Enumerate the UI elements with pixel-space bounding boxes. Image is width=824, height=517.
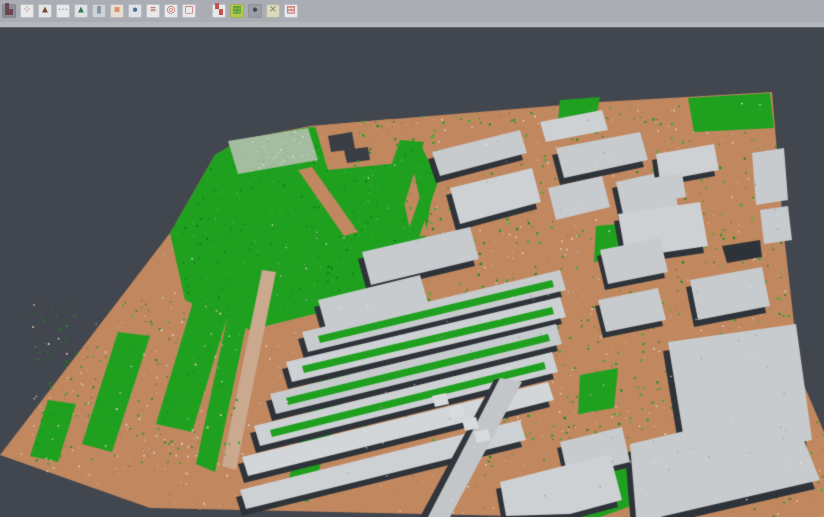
app-window: ▙ ⁘ ▲ ⋯ ▲ ▮ ■ ● ≡ ◎ ▢ ▚ ▦ ● ✕ ▤ (0, 0, 824, 517)
3d-viewport[interactable] (0, 0, 824, 517)
side-panel-icon[interactable]: ▮ (92, 4, 106, 18)
camera-icon-glyph: ● (252, 4, 258, 18)
toolbar-understrip (0, 22, 824, 28)
toolbar-group-separator (200, 4, 208, 18)
point-cloud-icon[interactable]: ⋯ (56, 4, 70, 18)
classify-points-icon-glyph: ⁘ (23, 4, 31, 18)
open-project-icon-glyph: ▙ (5, 4, 13, 18)
dem-hill-icon[interactable]: ▲ (74, 4, 88, 18)
clear-markers-icon[interactable]: ✕ (266, 4, 280, 18)
circle-selection-icon-glyph: ◎ (167, 4, 176, 18)
orthophoto-icon[interactable]: ■ (110, 4, 124, 18)
profile-lines-icon-glyph: ≡ (150, 4, 156, 18)
clear-markers-icon-glyph: ✕ (269, 4, 277, 18)
dem-hill-icon-glyph: ▲ (76, 4, 86, 18)
profile-lines-icon[interactable]: ≡ (146, 4, 160, 18)
measure-stripes-icon[interactable]: ▤ (284, 4, 298, 18)
globe-view-icon[interactable]: ● (128, 4, 142, 18)
checker-overlay-icon[interactable]: ▚ (212, 4, 226, 18)
zoom-extents-icon[interactable]: ▢ (182, 4, 196, 18)
zoom-extents-icon-glyph: ▢ (184, 4, 193, 18)
side-panel-icon-glyph: ▮ (96, 4, 102, 18)
terrain-mesh-icon-glyph: ▲ (40, 4, 50, 18)
classification-map-icon-glyph: ▦ (232, 4, 241, 18)
orthophoto-icon-glyph: ■ (114, 4, 120, 18)
checker-overlay-icon-glyph: ▚ (215, 4, 223, 18)
point-cloud-icon-glyph: ⋯ (58, 4, 68, 18)
classification-map-icon[interactable]: ▦ (230, 4, 244, 18)
open-project-icon[interactable]: ▙ (2, 4, 16, 18)
measure-stripes-icon-glyph: ▤ (286, 4, 295, 18)
camera-icon[interactable]: ● (248, 4, 262, 18)
circle-selection-icon[interactable]: ◎ (164, 4, 178, 18)
globe-view-icon-glyph: ● (132, 4, 138, 18)
toolbar: ▙ ⁘ ▲ ⋯ ▲ ▮ ■ ● ≡ ◎ ▢ ▚ ▦ ● ✕ ▤ (0, 0, 824, 22)
classify-points-icon[interactable]: ⁘ (20, 4, 34, 18)
terrain-mesh-icon[interactable]: ▲ (38, 4, 52, 18)
